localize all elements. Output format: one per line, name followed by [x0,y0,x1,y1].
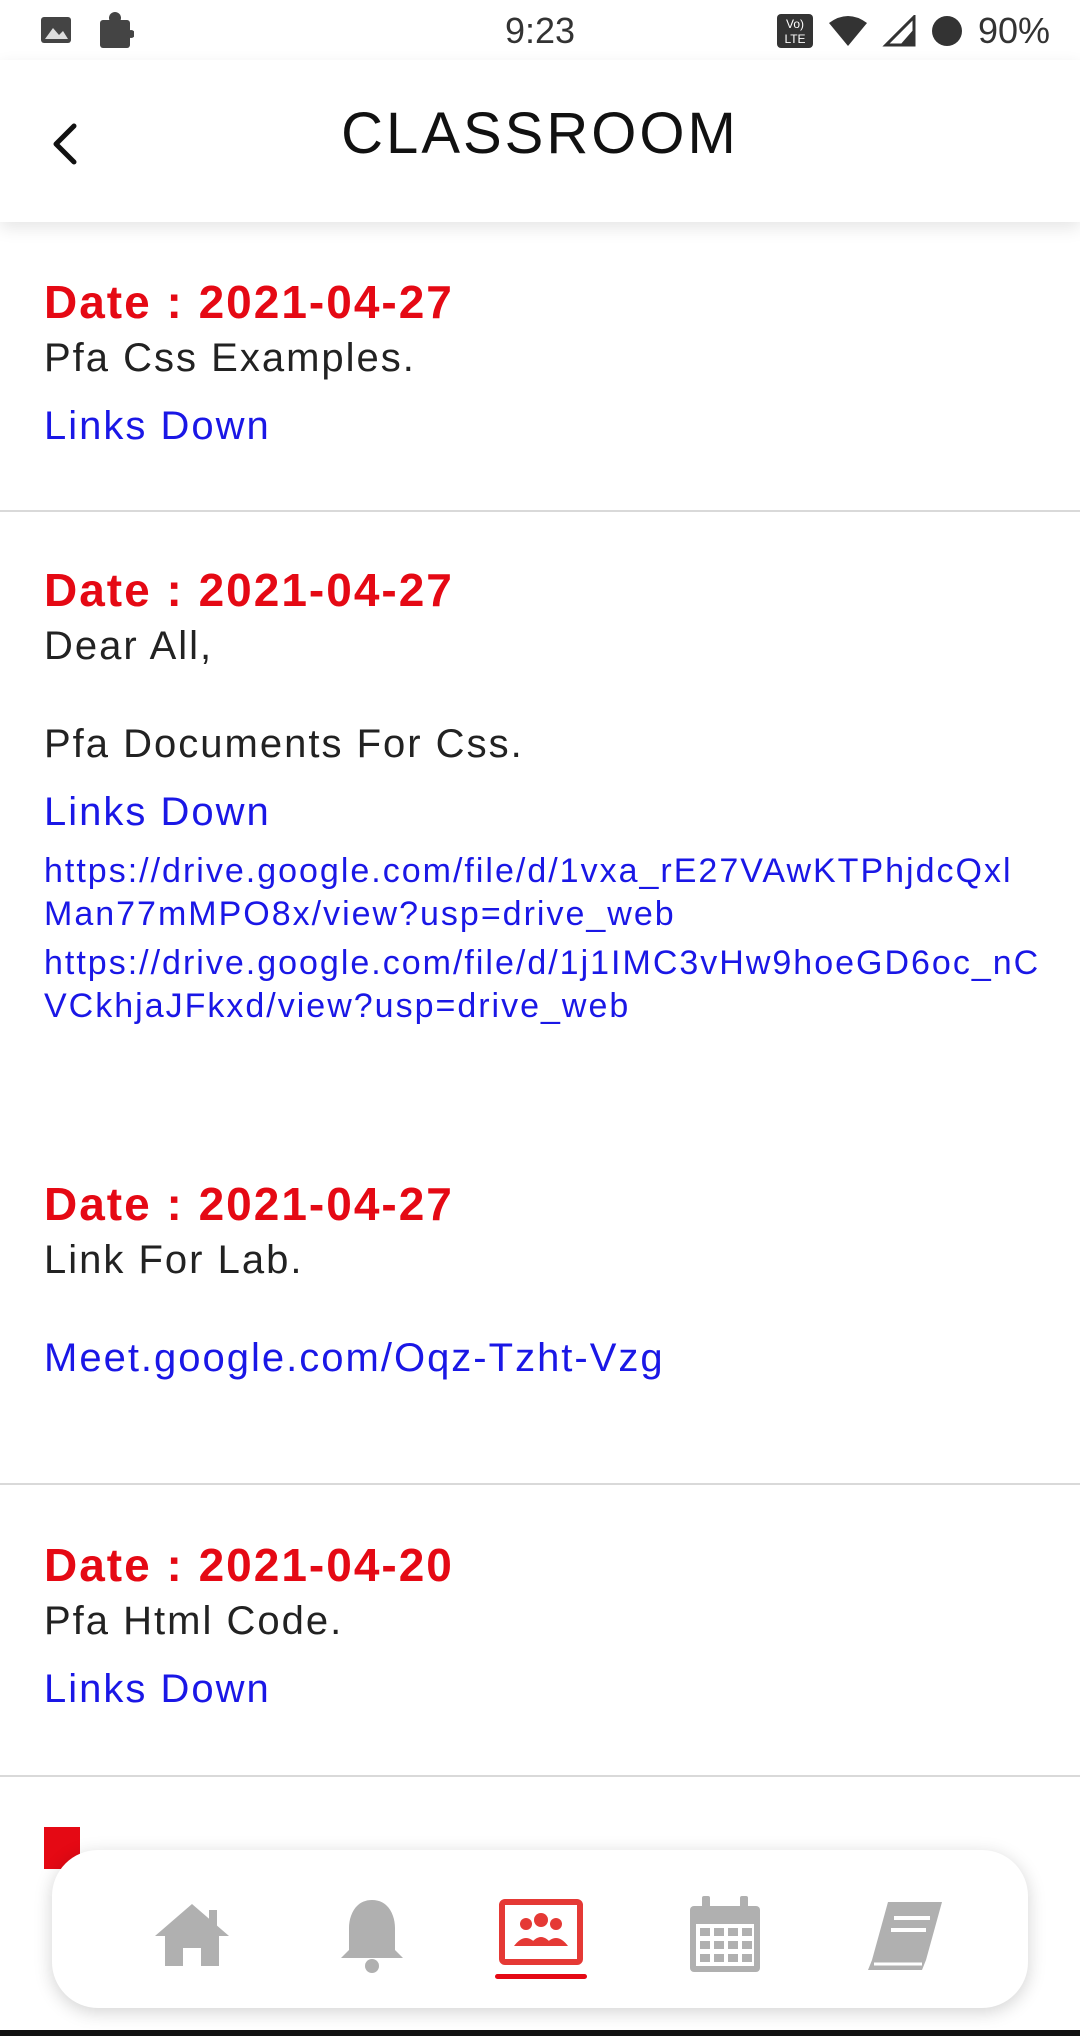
calendar-icon[interactable] [680,1890,770,1980]
bell-icon[interactable] [327,1890,417,1980]
entry-date: Date : 2021-04-27 [44,1178,454,1230]
battery-icon [931,16,962,46]
volte-icon: Vo) LTE [776,14,813,48]
feed-entry: Date : 2021-04-27 Pfa Css Examples. Link… [0,222,1080,512]
bottom-nav [52,1850,1028,2008]
classroom-feed: Date : 2021-04-27 Pfa Css Examples. Link… [0,222,1080,1897]
book-icon[interactable] [860,1890,950,1980]
feed-entry: Date : 2021-04-27 Link For Lab. Meet.goo… [0,1176,1080,1485]
entry-date: Date : 2021-04-27 [44,564,454,616]
entry-text: Pfa Css Examples. [44,336,416,380]
drive-url-1[interactable]: https://drive.google.com/file/d/1vxa_rE2… [44,850,1024,936]
feed-entry: Date : 2021-04-27 Dear All, Pfa Document… [0,512,1080,1176]
entry-text: Link For Lab. [44,1238,304,1282]
entry-text: Pfa Html Code. [44,1599,344,1643]
active-tab-indicator [495,1974,587,1979]
home-icon[interactable] [147,1890,237,1980]
wifi-icon [828,16,867,46]
feed-entry: Date : 2021-04-20 Pfa Html Code. Links D… [0,1485,1080,1777]
entry-link[interactable]: Links Down [44,1661,1036,1717]
drive-url-2[interactable]: https://drive.google.com/file/d/1j1IMC3v… [44,942,1044,1028]
classroom-icon[interactable] [496,1890,586,1980]
svg-text:Vo): Vo) [786,17,804,31]
entry-text: Pfa Documents For Css. [44,722,524,766]
entry-date: Date : 2021-04-27 [44,276,454,328]
app-bar: CLASSROOM [0,60,1080,222]
entry-date: Date : 2021-04-20 [44,1539,454,1591]
meet-link[interactable]: Meet.google.com/Oqz-Tzht-Vzg [44,1330,1036,1386]
signal-icon [882,15,916,47]
page-title: CLASSROOM [341,101,739,166]
battery-percent: 90% [977,10,1050,51]
entry-greeting: Dear All, [44,624,214,668]
system-gesture-bar [0,2030,1080,2036]
svg-text:LTE: LTE [784,32,805,46]
entry-link[interactable]: Links Down [44,398,1036,454]
entry-link[interactable]: Links Down [44,784,1036,840]
status-bar: 9:23 Vo) LTE 90% [0,0,1080,60]
